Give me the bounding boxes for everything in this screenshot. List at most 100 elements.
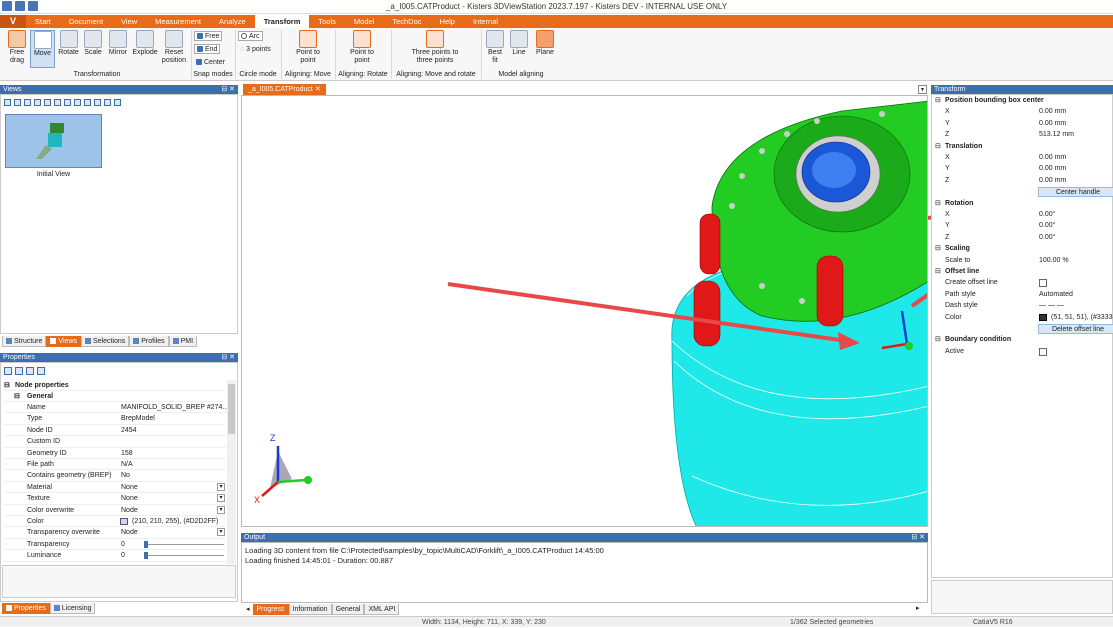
property-row[interactable]: Luminance 0 <box>4 550 226 562</box>
initial-view-thumbnail[interactable] <box>5 114 102 168</box>
scale-button[interactable]: Scale <box>82 30 104 57</box>
menu-model[interactable]: Model <box>345 15 383 28</box>
best-fit-button[interactable]: Best fit <box>485 30 505 65</box>
snap-end-button[interactable]: End <box>194 44 221 54</box>
manipulator-handle[interactable] <box>905 342 913 350</box>
tab-xml-api[interactable]: XML API <box>364 604 400 615</box>
menu-analyze[interactable]: Analyze <box>210 15 255 28</box>
mirror-button[interactable]: Mirror <box>105 30 131 57</box>
document-list-dropdown[interactable]: ▾ <box>918 85 927 94</box>
center-handle-button[interactable]: Center handle <box>1038 187 1113 198</box>
section-rotation[interactable]: ⊟ Rotation <box>933 198 1113 209</box>
collapse-toggle-icon[interactable]: ⊟ <box>935 243 941 254</box>
view-tool-icon[interactable] <box>64 99 71 106</box>
menu-tools[interactable]: Tools <box>309 15 345 28</box>
transform-row[interactable]: Active <box>933 346 1113 357</box>
transform-value[interactable]: 0.00° <box>1039 209 1055 220</box>
property-row[interactable]: Custom ID <box>4 436 226 448</box>
explode-button[interactable]: Explode <box>131 30 159 57</box>
view-tool-icon[interactable] <box>74 99 81 106</box>
menu-techdoc[interactable]: TechDoc <box>383 15 430 28</box>
slider-track[interactable] <box>144 555 224 557</box>
slider-track[interactable] <box>144 543 224 545</box>
section-offset-line[interactable]: ⊟ Offset line <box>933 266 1113 277</box>
snap-center-button[interactable]: Center <box>194 57 227 67</box>
transform-row[interactable]: Z 0.00 mm <box>933 175 1113 186</box>
transform-row[interactable]: Z 513.12 mm <box>933 129 1113 140</box>
transform-row[interactable]: Z 0.00° <box>933 232 1113 243</box>
menu-transform[interactable]: Transform <box>254 15 310 28</box>
property-row[interactable]: Contains geometry (BREP) No <box>4 470 226 482</box>
transform-row[interactable]: Scale to 100.00 % <box>933 255 1113 266</box>
view-tool-icon[interactable] <box>54 99 61 106</box>
property-row[interactable]: Transparency overwrite Node ▾ <box>4 527 226 539</box>
color-swatch[interactable] <box>1039 313 1047 321</box>
view-tool-icon[interactable] <box>4 99 11 106</box>
tab-licensing[interactable]: Licensing <box>49 603 96 614</box>
collapse-toggle-icon[interactable]: ⊟ <box>14 391 20 402</box>
line-button[interactable]: Line <box>508 30 530 57</box>
menu-view[interactable]: View <box>112 15 146 28</box>
menu-document[interactable]: Document <box>60 15 112 28</box>
transform-row[interactable]: Path style Automated <box>933 289 1113 300</box>
app-menu-button[interactable]: V <box>0 15 26 28</box>
scrollbar-thumb[interactable] <box>228 384 235 434</box>
collapse-toggle-icon[interactable]: ⊟ <box>935 141 941 152</box>
transform-value[interactable]: 0.00 mm <box>1039 175 1066 186</box>
slider-thumb[interactable] <box>144 552 148 560</box>
transform-row[interactable]: X 0.00° <box>933 209 1113 220</box>
transform-value[interactable]: 100.00 % <box>1039 255 1069 266</box>
circle-3points-button[interactable]: ◌ 3 points <box>238 44 273 54</box>
collapse-toggle-icon[interactable]: ⊟ <box>935 198 941 209</box>
tab-pmi[interactable]: PMI <box>168 336 198 347</box>
delete-offset-line-button[interactable]: Delete offset line <box>1038 324 1113 334</box>
transform-value[interactable]: 513.12 mm <box>1039 129 1074 140</box>
properties-scrollbar[interactable] <box>227 380 236 564</box>
transform-value[interactable]: 0.00° <box>1039 232 1055 243</box>
reset-position-button[interactable]: Reset position <box>159 30 189 65</box>
property-row[interactable]: Geometry ID 158 <box>4 448 226 459</box>
transform-value[interactable]: 0.00 mm <box>1039 118 1066 129</box>
close-tab-icon[interactable]: ✕ <box>315 86 321 93</box>
point-to-point-move-button[interactable]: Point to point <box>290 30 326 65</box>
transform-row[interactable]: Y 0.00° <box>933 220 1113 231</box>
point-to-point-rotate-button[interactable]: Point to point <box>344 30 380 65</box>
property-row[interactable]: Color overwrite Node ▾ <box>4 505 226 516</box>
slider-thumb[interactable] <box>144 540 148 548</box>
view-tool-icon[interactable] <box>104 99 111 106</box>
property-row[interactable]: Type BrepModel <box>4 413 226 425</box>
tab-structure[interactable]: Structure <box>2 336 47 347</box>
dropdown-arrow-icon[interactable]: ▾ <box>217 482 225 491</box>
view-tool-icon[interactable] <box>14 99 21 106</box>
section-boundary-condition[interactable]: ⊟ Boundary condition <box>933 334 1113 345</box>
view-tool-icon[interactable] <box>114 99 121 106</box>
rotate-button[interactable]: Rotate <box>56 30 81 57</box>
property-row[interactable]: Texture None ▾ <box>4 493 226 505</box>
tab-profiles[interactable]: Profiles <box>129 336 169 347</box>
transform-value[interactable]: — — — <box>1039 300 1064 311</box>
dropdown-arrow-icon[interactable]: ▾ <box>217 494 225 503</box>
property-row[interactable]: Transparency 0 <box>4 539 226 551</box>
three-points-button[interactable]: Three points to three points <box>405 30 465 65</box>
node-properties-header[interactable]: ⊟ Node properties <box>4 380 226 392</box>
transform-value[interactable]: 0.00° <box>1039 220 1055 231</box>
view-tool-icon[interactable] <box>34 99 41 106</box>
scroll-left-icon[interactable]: ◂ <box>243 604 253 615</box>
section-scaling[interactable]: ⊟ Scaling <box>933 243 1113 254</box>
circle-arc-button[interactable]: Arc <box>238 31 263 41</box>
checkbox[interactable] <box>1039 347 1047 356</box>
tab-progress[interactable]: Progress <box>252 604 289 615</box>
pin-icon[interactable]: ⊟ ✕ <box>221 353 235 362</box>
color-swatch[interactable] <box>120 518 128 525</box>
property-row[interactable]: File path N/A <box>4 459 226 471</box>
snap-free-button[interactable]: Free <box>194 31 223 41</box>
property-row[interactable]: Name MANIFOLD_SOLID_BREP #274... <box>4 402 228 414</box>
expand-icon[interactable] <box>4 367 12 375</box>
tab-selections[interactable]: Selections <box>80 336 130 347</box>
collapse-toggle-icon[interactable]: ⊟ <box>4 380 10 391</box>
collapse-toggle-icon[interactable]: ⊟ <box>935 266 941 277</box>
view-tool-icon[interactable] <box>44 99 51 106</box>
dropdown-arrow-icon[interactable]: ▾ <box>217 505 225 514</box>
menu-internal[interactable]: Internal <box>464 15 507 28</box>
transform-row[interactable]: Y 0.00 mm <box>933 163 1113 174</box>
